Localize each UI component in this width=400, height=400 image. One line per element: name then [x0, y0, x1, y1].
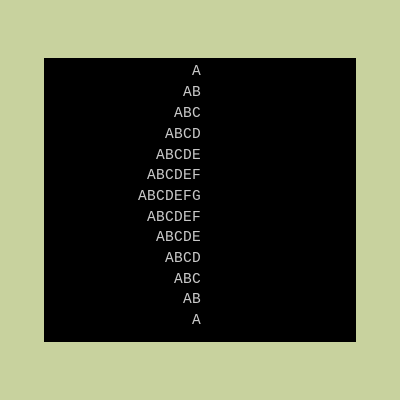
output-line: ABCDE [155, 230, 201, 246]
output-line: ABC [173, 106, 201, 122]
output-line: ABCD [164, 251, 201, 267]
console-output-window: A AB ABC ABCD ABCDE ABCDEF ABCDEFG ABCDE… [44, 58, 356, 342]
output-line: ABCDEF [146, 168, 201, 184]
output-line: ABCD [164, 127, 201, 143]
output-line: ABCDE [155, 148, 201, 164]
output-line: A [191, 64, 201, 80]
output-line: ABCDEF [146, 210, 201, 226]
output-line: ABCDEFG [137, 189, 201, 205]
output-line: AB [182, 292, 201, 308]
output-line: ABC [173, 272, 201, 288]
output-line: A [191, 313, 201, 329]
output-line: AB [182, 85, 201, 101]
